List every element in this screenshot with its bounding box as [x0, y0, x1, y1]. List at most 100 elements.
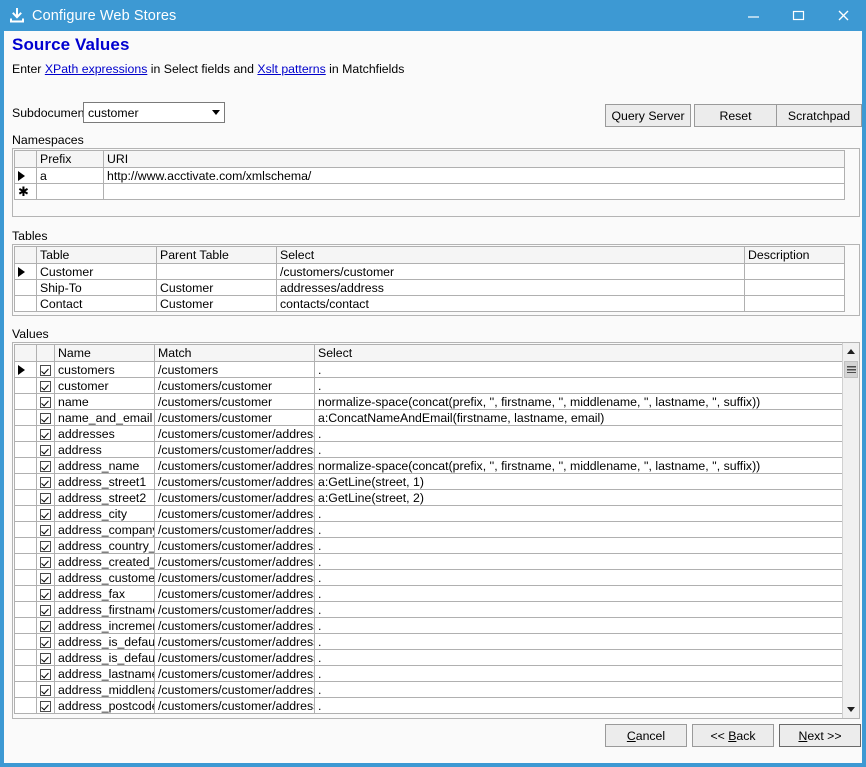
value-match-cell[interactable]: /customers/customer/addresses: [154, 457, 315, 474]
checkbox-checked-icon[interactable]: [40, 396, 51, 408]
table-row[interactable]: address_city/customers/customer/addresse…: [14, 505, 844, 522]
value-name-cell[interactable]: address: [54, 441, 155, 458]
back-button[interactable]: << Back: [692, 724, 774, 747]
value-name-cell[interactable]: address_country_id: [54, 537, 155, 554]
value-enabled-cell[interactable]: [36, 361, 55, 378]
checkbox-checked-icon[interactable]: [40, 684, 51, 696]
checkbox-checked-icon[interactable]: [40, 652, 51, 664]
value-name-cell[interactable]: address_fax: [54, 585, 155, 602]
namespace-prefix-cell[interactable]: a: [36, 167, 104, 184]
value-match-cell[interactable]: /customers/customer/addresses: [154, 617, 315, 634]
value-match-cell[interactable]: /customers/customer/addresses: [154, 553, 315, 570]
value-name-cell[interactable]: customer: [54, 377, 155, 394]
namespaces-col-uri[interactable]: URI: [103, 150, 845, 168]
scroll-down-button[interactable]: [843, 701, 859, 718]
value-match-cell[interactable]: /customers: [154, 361, 315, 378]
namespace-uri-cell[interactable]: [103, 183, 845, 200]
table-row[interactable]: address_firstname/customers/customer/add…: [14, 601, 844, 618]
value-name-cell[interactable]: address_street2: [54, 489, 155, 506]
table-row[interactable]: customer/customers/customer.: [14, 377, 844, 394]
table-row[interactable]: address_lastname/customers/customer/addr…: [14, 665, 844, 682]
value-name-cell[interactable]: name_and_email: [54, 409, 155, 426]
table-row[interactable]: ✱: [14, 183, 845, 200]
table-row[interactable]: address_company/customers/customer/addre…: [14, 521, 844, 538]
reset-button[interactable]: Reset: [694, 104, 777, 127]
scrollbar-thumb[interactable]: [844, 361, 858, 378]
checkbox-checked-icon[interactable]: [40, 572, 51, 584]
value-enabled-cell[interactable]: [36, 457, 55, 474]
table-row[interactable]: address_street2/customers/customer/addre…: [14, 489, 844, 506]
tables-col-table[interactable]: Table: [36, 246, 157, 264]
value-select-cell[interactable]: .: [314, 361, 844, 378]
scroll-up-button[interactable]: [843, 343, 859, 360]
table-select-cell[interactable]: addresses/address: [276, 279, 745, 296]
value-select-cell[interactable]: normalize-space(concat(prefix, '', first…: [314, 457, 844, 474]
value-match-cell[interactable]: /customers/customer/addresses: [154, 521, 315, 538]
table-select-cell[interactable]: contacts/contact: [276, 295, 745, 312]
table-row[interactable]: a http://www.acctivate.com/xmlschema/: [14, 167, 845, 184]
value-enabled-cell[interactable]: [36, 601, 55, 618]
value-match-cell[interactable]: /customers/customer/addresses: [154, 649, 315, 666]
table-name-cell[interactable]: Contact: [36, 295, 157, 312]
value-select-cell[interactable]: .: [314, 505, 844, 522]
table-name-cell[interactable]: Customer: [36, 263, 157, 280]
value-enabled-cell[interactable]: [36, 649, 55, 666]
minimize-button[interactable]: [731, 0, 776, 31]
value-match-cell[interactable]: /customers/customer: [154, 377, 315, 394]
namespaces-col-prefix[interactable]: Prefix: [36, 150, 104, 168]
value-match-cell[interactable]: /customers/customer/addresses: [154, 601, 315, 618]
value-select-cell[interactable]: .: [314, 521, 844, 538]
values-vertical-scrollbar[interactable]: [842, 343, 859, 718]
table-row[interactable]: address_postcode/customers/customer/addr…: [14, 697, 844, 714]
tables-grid[interactable]: Table Parent Table Select Description Cu…: [12, 244, 860, 316]
value-enabled-cell[interactable]: [36, 553, 55, 570]
namespaces-grid[interactable]: Prefix URI a http://www.acctivate.com/xml…: [12, 148, 860, 217]
value-name-cell[interactable]: address_street1: [54, 473, 155, 490]
value-enabled-cell[interactable]: [36, 537, 55, 554]
table-row[interactable]: address_is_default/customers/customer/ad…: [14, 649, 844, 666]
table-parent-cell[interactable]: Customer: [156, 295, 277, 312]
value-name-cell[interactable]: address_firstname: [54, 601, 155, 618]
table-name-cell[interactable]: Ship-To: [36, 279, 157, 296]
value-match-cell[interactable]: /customers/customer/addresses: [154, 473, 315, 490]
value-select-cell[interactable]: .: [314, 553, 844, 570]
checkbox-checked-icon[interactable]: [40, 588, 51, 600]
checkbox-checked-icon[interactable]: [40, 668, 51, 680]
value-enabled-cell[interactable]: [36, 393, 55, 410]
value-name-cell[interactable]: address_name: [54, 457, 155, 474]
xslt-patterns-link[interactable]: Xslt patterns: [257, 62, 325, 76]
close-button[interactable]: [821, 0, 866, 31]
value-match-cell[interactable]: /customers/customer/addresses: [154, 697, 315, 714]
values-grid[interactable]: Name Match Select customers/customers. cu…: [12, 342, 860, 719]
value-match-cell[interactable]: /customers/customer/addresses: [154, 425, 315, 442]
values-col-name[interactable]: Name: [54, 344, 155, 362]
checkbox-checked-icon[interactable]: [40, 620, 51, 632]
value-name-cell[interactable]: customers: [54, 361, 155, 378]
value-enabled-cell[interactable]: [36, 409, 55, 426]
checkbox-checked-icon[interactable]: [40, 700, 51, 712]
scratchpad-button[interactable]: Scratchpad: [776, 104, 862, 127]
value-select-cell[interactable]: normalize-space(concat(prefix, '', first…: [314, 393, 844, 410]
next-button[interactable]: Next >>: [779, 724, 861, 747]
tables-col-select[interactable]: Select: [276, 246, 745, 264]
value-match-cell[interactable]: /customers/customer/addresses: [154, 585, 315, 602]
checkbox-checked-icon[interactable]: [40, 460, 51, 472]
value-select-cell[interactable]: .: [314, 441, 844, 458]
value-select-cell[interactable]: .: [314, 585, 844, 602]
value-name-cell[interactable]: addresses: [54, 425, 155, 442]
value-enabled-cell[interactable]: [36, 425, 55, 442]
value-select-cell[interactable]: .: [314, 601, 844, 618]
checkbox-checked-icon[interactable]: [40, 444, 51, 456]
value-match-cell[interactable]: /customers/customer/addresses: [154, 441, 315, 458]
checkbox-checked-icon[interactable]: [40, 604, 51, 616]
checkbox-checked-icon[interactable]: [40, 492, 51, 504]
table-description-cell[interactable]: [744, 295, 845, 312]
cancel-button[interactable]: Cancel: [605, 724, 687, 747]
value-select-cell[interactable]: .: [314, 537, 844, 554]
tables-col-description[interactable]: Description: [744, 246, 845, 264]
value-match-cell[interactable]: /customers/customer/addresses: [154, 681, 315, 698]
value-select-cell[interactable]: .: [314, 665, 844, 682]
value-enabled-cell[interactable]: [36, 489, 55, 506]
table-row[interactable]: addresses/customers/customer/addresses.: [14, 425, 844, 442]
value-select-cell[interactable]: a:GetLine(street, 2): [314, 489, 844, 506]
